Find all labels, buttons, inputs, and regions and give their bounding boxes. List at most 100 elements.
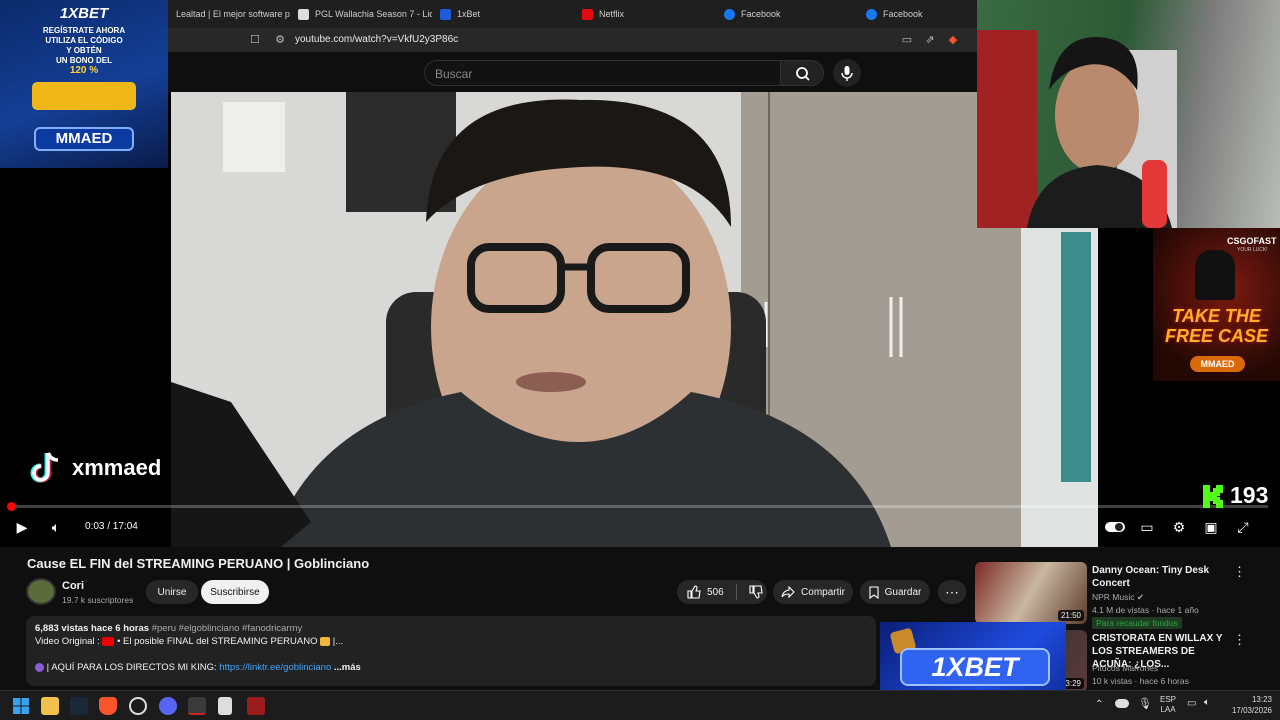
kick-logo-icon bbox=[1203, 484, 1223, 508]
settings-gear-icon[interactable]: ⚙ bbox=[1169, 518, 1189, 536]
file-explorer-icon[interactable] bbox=[41, 697, 59, 715]
obs-icon[interactable] bbox=[129, 697, 147, 715]
youtube-header: Buscar bbox=[168, 52, 978, 92]
description-link[interactable]: https://linktr.ee/goblinciano bbox=[219, 662, 331, 673]
description-box[interactable]: 6,883 vistas hace 6 horas #peru #elgobli… bbox=[26, 616, 876, 686]
streaming-app-icon[interactable] bbox=[188, 697, 206, 715]
purple-circle-icon bbox=[35, 662, 44, 672]
progress-bar[interactable] bbox=[10, 505, 1268, 508]
channel-name[interactable]: Cori bbox=[62, 580, 84, 592]
browser-tab[interactable]: Netflix bbox=[574, 0, 716, 28]
ad-bonus: 120 % bbox=[69, 65, 99, 76]
join-button[interactable]: Unirse bbox=[146, 580, 198, 604]
emoji-icon bbox=[320, 636, 331, 646]
fullscreen-icon[interactable]: ⤢ bbox=[1233, 518, 1253, 536]
bookmark-icon bbox=[869, 585, 879, 599]
autoplay-toggle[interactable] bbox=[1104, 518, 1126, 536]
cloud-icon[interactable] bbox=[1115, 699, 1129, 708]
tray-chevron-up-icon[interactable]: ⌃ bbox=[1095, 699, 1103, 710]
microphone-icon bbox=[841, 66, 853, 81]
more-vert-icon[interactable]: ⋮ bbox=[1233, 632, 1246, 648]
cast-icon[interactable]: ▭ bbox=[901, 34, 913, 46]
browser-tab[interactable]: PGL Wallachia Season 7 - Liqu bbox=[290, 0, 432, 28]
fundraiser-badge: Para recaudar fondos bbox=[1092, 617, 1182, 629]
url-field[interactable]: youtube.com/watch?v=VkfU2y3P86c bbox=[295, 34, 458, 45]
ad-headline: TAKE THE FREE CASE bbox=[1164, 306, 1269, 346]
subscribe-button[interactable]: Suscribirse bbox=[201, 580, 269, 604]
brave-shield-icon[interactable]: ◆ bbox=[947, 34, 959, 46]
save-button[interactable]: Guardar bbox=[860, 580, 930, 604]
video-frame bbox=[171, 92, 1098, 547]
bookmark-icon[interactable]: ☐ bbox=[249, 34, 261, 46]
channel-avatar[interactable] bbox=[26, 578, 56, 605]
recommendation-title[interactable]: Danny Ocean: Tiny Desk Concert bbox=[1092, 564, 1232, 590]
like-button[interactable]: 506 bbox=[687, 585, 724, 599]
more-actions-button[interactable]: ⋯ bbox=[938, 580, 966, 604]
kick-viewer-counter: 193 bbox=[1202, 482, 1268, 509]
ad-banner-1xbet[interactable]: 1XBET REGÍSTRATE AHORA UTILIZA EL CÓDIGO… bbox=[0, 0, 168, 168]
scrubber-handle[interactable] bbox=[7, 502, 16, 511]
notepad-icon[interactable] bbox=[218, 697, 232, 715]
time-display: 0:03 / 17:04 bbox=[85, 521, 138, 532]
description-line: Video Original : • El posible FINAL del … bbox=[35, 635, 867, 648]
search-input[interactable]: Buscar bbox=[424, 60, 781, 86]
ad-banner-csgofast[interactable]: CSGOFAST YOUR LUCK! TAKE THE FREE CASE M… bbox=[1153, 228, 1280, 381]
share-arrow-icon bbox=[781, 586, 795, 598]
speaker-icon[interactable]: 🔈︎ bbox=[1204, 697, 1210, 708]
recommendation-thumbnail[interactable]: 21:50 bbox=[975, 562, 1087, 624]
screen: Lealtad | El mejor software par PGL Wall… bbox=[0, 0, 1280, 720]
thumbs-down-icon[interactable] bbox=[749, 585, 763, 599]
search-icon bbox=[796, 67, 810, 81]
clock-time: 13:23 bbox=[1251, 695, 1272, 704]
recommendation-channel: Pitucos Marrones bbox=[1092, 663, 1159, 673]
tab-label: PGL Wallachia Season 7 - Liqu bbox=[315, 9, 432, 19]
more-dots-icon: ⋯ bbox=[945, 583, 959, 600]
tab-label: 1xBet bbox=[457, 9, 481, 19]
browser-tab[interactable]: 1xBet bbox=[432, 0, 574, 28]
language-code: ESP bbox=[1160, 695, 1177, 704]
more-vert-icon[interactable]: ⋮ bbox=[1233, 564, 1246, 580]
facebook-icon bbox=[866, 8, 877, 20]
browser-tab[interactable]: Facebook bbox=[716, 0, 858, 28]
discord-icon[interactable] bbox=[159, 697, 177, 715]
search-button[interactable] bbox=[780, 60, 824, 86]
share-button[interactable]: Compartir bbox=[773, 580, 853, 604]
video-duration: 21:50 bbox=[1057, 610, 1084, 621]
netflix-icon bbox=[582, 8, 593, 20]
channel-name: NPR Music bbox=[1092, 592, 1135, 602]
description-text: Video Original : bbox=[35, 636, 103, 647]
subtitles-icon[interactable]: ▭ bbox=[1137, 518, 1157, 536]
description-stats-line: 6,883 vistas hace 6 horas #peru #elgobli… bbox=[35, 622, 867, 635]
recommendation-item[interactable]: 21:50 Danny Ocean: Tiny Desk Concert NPR… bbox=[975, 562, 1246, 629]
site-settings-icon[interactable]: ⚙ bbox=[274, 34, 286, 46]
video-scene-image bbox=[171, 92, 1098, 547]
hashtags[interactable]: #peru #elgoblinciano #fanodricarmy bbox=[152, 623, 303, 634]
tab-favicon-icon bbox=[440, 8, 451, 20]
trophy-graphic bbox=[32, 82, 136, 110]
network-icon[interactable]: ▭ bbox=[1187, 698, 1196, 709]
brave-browser-icon[interactable] bbox=[99, 697, 117, 715]
divider bbox=[735, 584, 737, 600]
save-label: Guardar bbox=[884, 586, 922, 598]
voice-search-button[interactable] bbox=[833, 59, 861, 87]
windows-start-icon[interactable] bbox=[12, 697, 30, 715]
share-icon[interactable]: ⇗ bbox=[924, 34, 936, 46]
clock[interactable]: 13:23 17/03/2026 bbox=[1232, 694, 1272, 716]
tab-label: Facebook bbox=[883, 9, 923, 19]
browser-tab[interactable]: Facebook bbox=[858, 0, 978, 28]
theater-mode-icon[interactable]: ▣ bbox=[1201, 518, 1221, 536]
steam-icon[interactable] bbox=[70, 697, 88, 715]
like-dislike-group: 506 bbox=[677, 580, 767, 604]
clock-date: 17/03/2026 bbox=[1231, 706, 1272, 715]
ad-brand: 1XBET bbox=[900, 648, 1050, 686]
address-bar: ☐ ⚙ youtube.com/watch?v=VkfU2y3P86c ▭ ⇗ … bbox=[168, 28, 978, 52]
game-app-icon[interactable] bbox=[247, 697, 265, 715]
volume-icon[interactable]: 🔈︎ bbox=[46, 518, 66, 536]
play-icon[interactable]: ▶ bbox=[12, 518, 32, 536]
microphone-tray-icon[interactable]: 🎙︎ bbox=[1138, 697, 1152, 710]
verified-check-icon: ✔ bbox=[1136, 592, 1145, 602]
facebook-icon bbox=[724, 8, 735, 20]
show-more-button[interactable]: ...más bbox=[334, 662, 361, 673]
browser-tab[interactable]: Lealtad | El mejor software par bbox=[168, 0, 290, 28]
language-indicator[interactable]: ESP LAA bbox=[1160, 695, 1176, 715]
